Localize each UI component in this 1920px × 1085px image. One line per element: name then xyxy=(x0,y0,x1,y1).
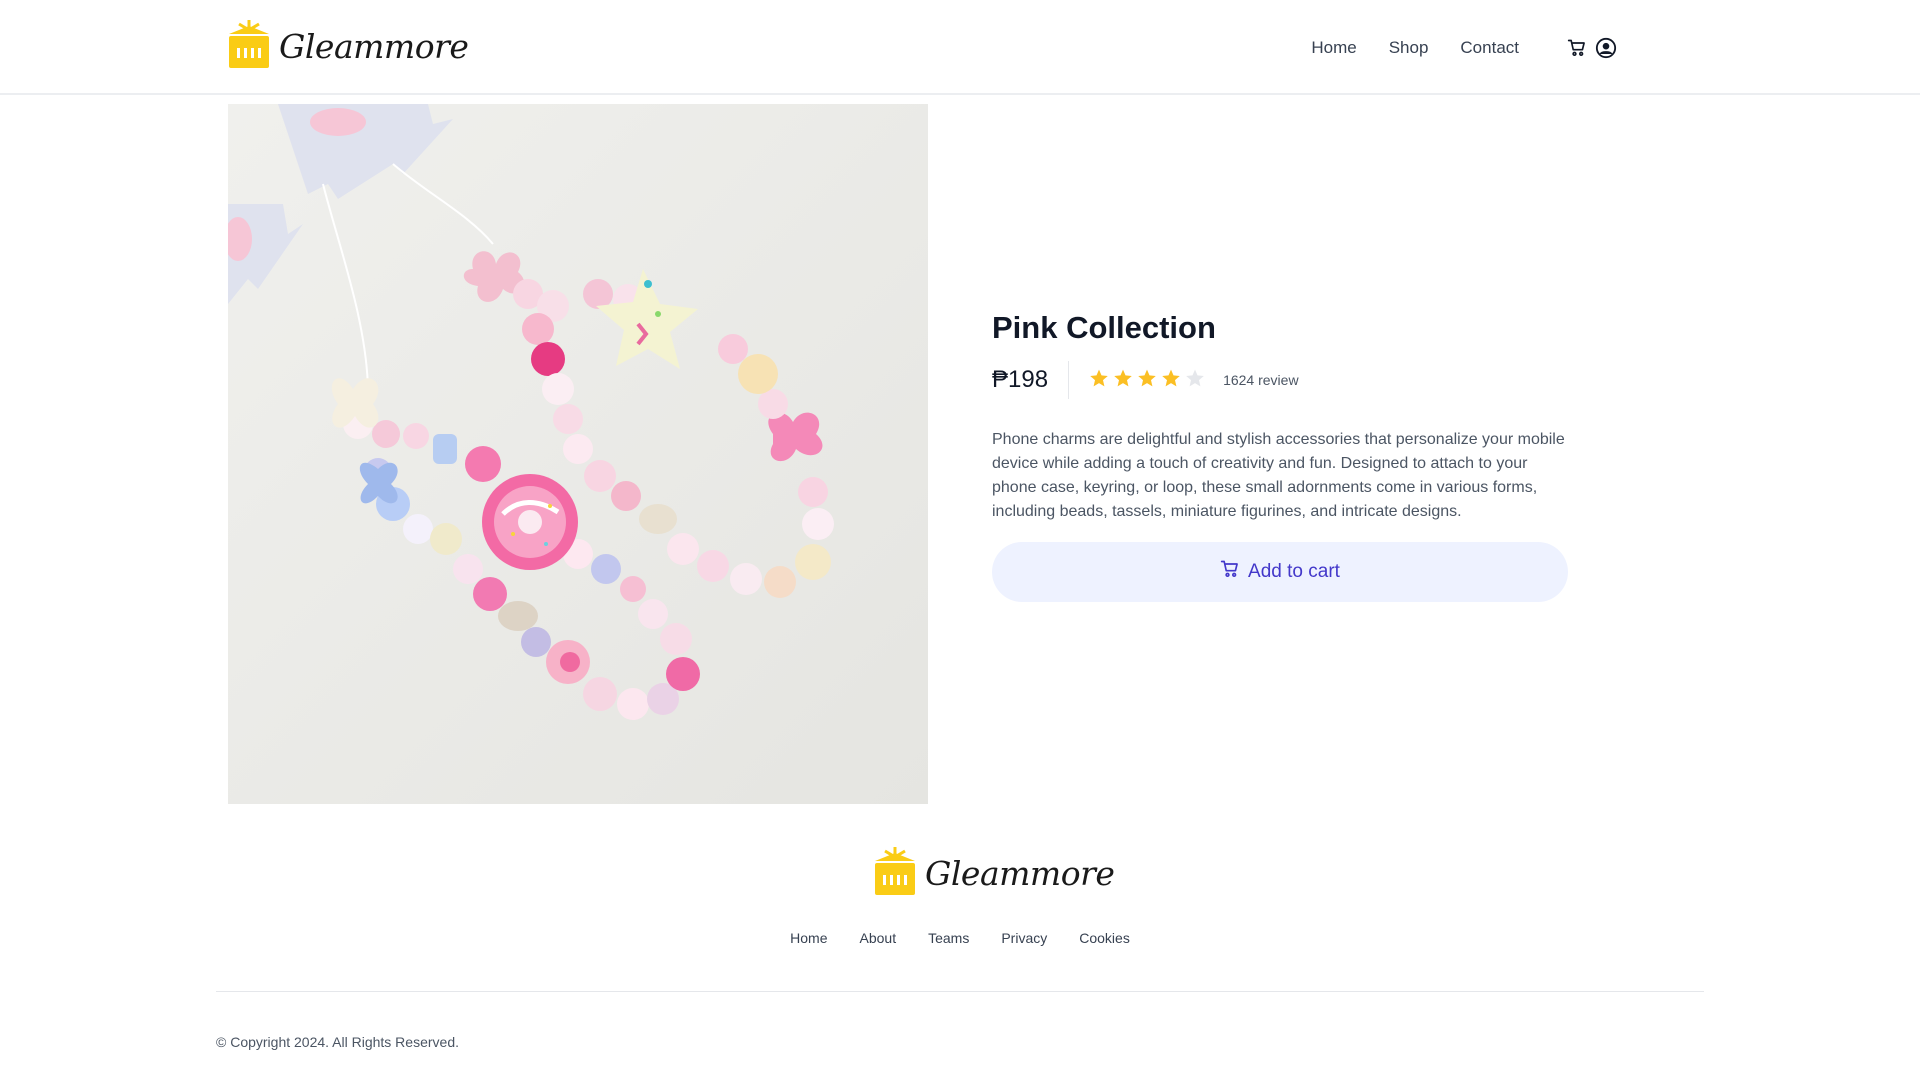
product-meta: ₱198 1624 review xyxy=(992,360,1572,400)
storefront-icon xyxy=(227,18,271,75)
brand-logo[interactable]: Gleammore xyxy=(227,18,469,75)
brand-name: Gleammore xyxy=(279,27,469,66)
footer-link-teams[interactable]: Teams xyxy=(928,930,969,946)
product-info: Pink Collection ₱198 1624 review Phone c… xyxy=(992,310,1572,602)
add-to-cart-label: Add to cart xyxy=(1248,561,1340,582)
copyright: © Copyright 2024. All Rights Reserved. xyxy=(216,1034,459,1050)
site-header: Gleammore Home Shop Contact xyxy=(0,0,1920,95)
nav-shop[interactable]: Shop xyxy=(1389,28,1429,68)
star-empty-icon xyxy=(1185,368,1209,393)
footer-link-about[interactable]: About xyxy=(860,930,897,946)
footer-brand-name: Gleammore xyxy=(925,854,1115,893)
nav-contact[interactable]: Contact xyxy=(1460,28,1519,68)
footer-link-cookies[interactable]: Cookies xyxy=(1079,930,1130,946)
footer-link-privacy[interactable]: Privacy xyxy=(1001,930,1047,946)
storefront-icon xyxy=(873,845,917,902)
user-account-icon[interactable] xyxy=(1595,37,1617,59)
star-icon xyxy=(1113,368,1137,393)
nav-home[interactable]: Home xyxy=(1311,28,1356,68)
review-count[interactable]: 1624 review xyxy=(1223,372,1299,388)
header-icons xyxy=(1559,37,1617,59)
product-description: Phone charms are delightful and stylish … xyxy=(992,431,1565,520)
add-to-cart-button[interactable]: Add to cart xyxy=(992,542,1568,602)
product-price: ₱198 xyxy=(992,361,1070,399)
star-icon xyxy=(1137,368,1161,393)
cart-icon[interactable] xyxy=(1567,38,1587,58)
product-title: Pink Collection xyxy=(992,310,1216,345)
footer-brand-logo[interactable]: Gleammore xyxy=(873,845,1115,902)
footer-divider xyxy=(216,991,1704,992)
rating-stars xyxy=(1089,368,1209,393)
footer-link-home[interactable]: Home xyxy=(790,930,827,946)
star-icon xyxy=(1089,368,1113,393)
star-icon xyxy=(1161,368,1185,393)
footer-nav: Home About Teams Privacy Cookies xyxy=(0,930,1920,946)
product-image xyxy=(228,104,928,804)
main-nav: Home Shop Contact xyxy=(1279,28,1617,68)
cart-icon xyxy=(1220,559,1248,585)
